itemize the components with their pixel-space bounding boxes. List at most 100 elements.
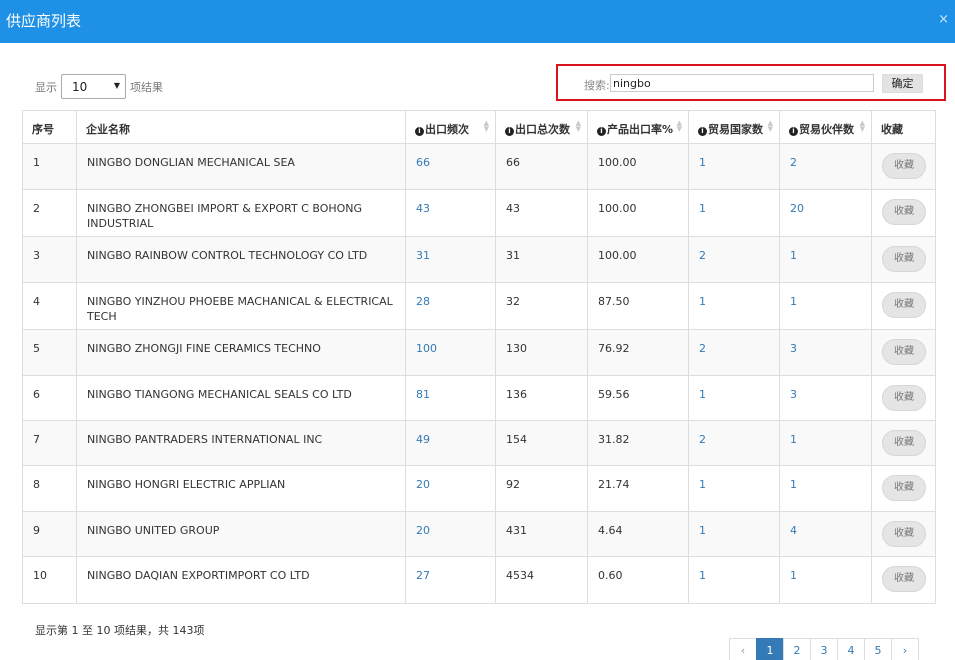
cell-countries-link[interactable]: 2 — [688, 236, 780, 283]
cell-export-total: 136 — [495, 375, 588, 421]
cell-company: NINGBO DONGLIAN MECHANICAL SEA — [76, 143, 406, 190]
table-header-row: 序号 企业名称 i 出口频次 ▲ ▼ i 出口总次数 ▲ ▼ i 产品出口率% ▲ ▼ i 贸易国家… — [22, 110, 936, 144]
search-input[interactable] — [610, 74, 874, 92]
pagination-page-5[interactable]: 5 — [864, 638, 892, 660]
header-partners[interactable]: i 贸易伙伴数 ▲ ▼ — [779, 110, 872, 144]
pagination-page-2[interactable]: 2 — [783, 638, 811, 660]
table-row: 2 NINGBO ZHONGBEI IMPORT & EXPORT C BOHO… — [22, 189, 936, 237]
cell-countries-link[interactable]: 1 — [688, 282, 780, 330]
cell-export-total: 43 — [495, 189, 588, 237]
cell-index: 2 — [22, 189, 77, 237]
cell-countries-link[interactable]: 1 — [688, 143, 780, 190]
cell-company: NINGBO TIANGONG MECHANICAL SEALS CO LTD — [76, 375, 406, 421]
cell-countries-link[interactable]: 1 — [688, 556, 780, 604]
cell-company: NINGBO UNITED GROUP — [76, 511, 406, 557]
cell-export-rate: 4.64 — [587, 511, 689, 557]
pagination-page-4[interactable]: 4 — [837, 638, 865, 660]
cell-countries-link[interactable]: 2 — [688, 420, 780, 466]
cell-favorite: 收藏 — [871, 282, 936, 330]
cell-countries-link[interactable]: 1 — [688, 375, 780, 421]
cell-countries-link[interactable]: 1 — [688, 511, 780, 557]
sort-icon: ▲ ▼ — [676, 119, 682, 133]
sort-icon: ▲ ▼ — [767, 119, 773, 133]
pagination-page-3[interactable]: 3 — [810, 638, 838, 660]
cell-partners-link[interactable]: 3 — [779, 375, 872, 421]
header-index[interactable]: 序号 — [22, 110, 77, 144]
pagination-next-button[interactable]: › — [891, 638, 919, 660]
cell-export-freq-link[interactable]: 43 — [405, 189, 496, 237]
page-length-select[interactable]: 10 ▼ — [61, 74, 126, 99]
cell-index: 3 — [22, 236, 77, 283]
table-info: 显示第 1 至 10 项结果，共 143项 — [35, 624, 205, 637]
favorite-button[interactable]: 收藏 — [882, 475, 926, 501]
cell-export-freq-link[interactable]: 20 — [405, 511, 496, 557]
cell-index: 4 — [22, 282, 77, 330]
cell-countries-link[interactable]: 1 — [688, 189, 780, 237]
search-confirm-button[interactable]: 确定 — [882, 74, 923, 93]
cell-export-freq-link[interactable]: 20 — [405, 465, 496, 512]
dialog-title: 供应商列表 — [6, 12, 82, 30]
cell-index: 10 — [22, 556, 77, 604]
cell-favorite: 收藏 — [871, 465, 936, 512]
pagination-prev-button[interactable]: ‹ — [729, 638, 757, 660]
cell-partners-link[interactable]: 1 — [779, 556, 872, 604]
cell-export-freq-link[interactable]: 81 — [405, 375, 496, 421]
cell-partners-link[interactable]: 1 — [779, 282, 872, 330]
pagination-page-1[interactable]: 1 — [756, 638, 784, 660]
cell-partners-link[interactable]: 3 — [779, 329, 872, 376]
sort-icon: ▲ ▼ — [859, 119, 865, 133]
info-circle-icon: i — [597, 127, 606, 136]
cell-countries-link[interactable]: 1 — [688, 465, 780, 512]
cell-export-freq-link[interactable]: 66 — [405, 143, 496, 190]
table-row: 3 NINGBO RAINBOW CONTROL TECHNOLOGY CO L… — [22, 236, 936, 283]
cell-partners-link[interactable]: 4 — [779, 511, 872, 557]
cell-partners-link[interactable]: 1 — [779, 465, 872, 512]
header-favorite: 收藏 — [871, 110, 936, 144]
favorite-button[interactable]: 收藏 — [882, 521, 926, 547]
header-export-rate[interactable]: i 产品出口率% ▲ ▼ — [587, 110, 689, 144]
sort-icon: ▲ ▼ — [575, 119, 581, 133]
cell-export-freq-link[interactable]: 27 — [405, 556, 496, 604]
cell-partners-link[interactable]: 1 — [779, 236, 872, 283]
supplier-table: 序号 企业名称 i 出口频次 ▲ ▼ i 出口总次数 ▲ ▼ i 产品出口率% ▲ ▼ i 贸易国家… — [22, 110, 936, 604]
cell-favorite: 收藏 — [871, 420, 936, 466]
cell-favorite: 收藏 — [871, 236, 936, 283]
favorite-button[interactable]: 收藏 — [882, 153, 926, 179]
favorite-button[interactable]: 收藏 — [882, 339, 926, 365]
favorite-button[interactable]: 收藏 — [882, 566, 926, 592]
pagination: ‹ 1 2 3 4 5 › — [729, 638, 919, 660]
info-circle-icon: i — [789, 127, 798, 136]
cell-countries-link[interactable]: 2 — [688, 329, 780, 376]
cell-company: NINGBO YINZHOU PHOEBE MACHANICAL & ELECT… — [76, 282, 406, 330]
cell-export-freq-link[interactable]: 100 — [405, 329, 496, 376]
favorite-button[interactable]: 收藏 — [882, 246, 926, 272]
header-export-freq[interactable]: i 出口频次 ▲ ▼ — [405, 110, 496, 144]
favorite-button[interactable]: 收藏 — [882, 385, 926, 411]
cell-export-total: 66 — [495, 143, 588, 190]
cell-export-freq-link[interactable]: 31 — [405, 236, 496, 283]
favorite-button[interactable]: 收藏 — [882, 199, 926, 225]
cell-company: NINGBO DAQIAN EXPORTIMPORT CO LTD — [76, 556, 406, 604]
favorite-button[interactable]: 收藏 — [882, 430, 926, 456]
close-icon[interactable]: × — [938, 12, 949, 27]
cell-export-freq-link[interactable]: 28 — [405, 282, 496, 330]
table-row: 5 NINGBO ZHONGJI FINE CERAMICS TECHNO 10… — [22, 329, 936, 376]
cell-export-total: 92 — [495, 465, 588, 512]
header-company[interactable]: 企业名称 — [76, 110, 406, 144]
cell-export-total: 154 — [495, 420, 588, 466]
cell-partners-link[interactable]: 20 — [779, 189, 872, 237]
cell-export-freq-link[interactable]: 49 — [405, 420, 496, 466]
favorite-button[interactable]: 收藏 — [882, 292, 926, 318]
header-countries[interactable]: i 贸易国家数 ▲ ▼ — [688, 110, 780, 144]
cell-export-rate: 21.74 — [587, 465, 689, 512]
header-countries-label: 贸易国家数 — [708, 123, 763, 136]
cell-partners-link[interactable]: 1 — [779, 420, 872, 466]
cell-export-total: 431 — [495, 511, 588, 557]
cell-export-total: 31 — [495, 236, 588, 283]
cell-partners-link[interactable]: 2 — [779, 143, 872, 190]
cell-export-rate: 31.82 — [587, 420, 689, 466]
cell-company: NINGBO RAINBOW CONTROL TECHNOLOGY CO LTD — [76, 236, 406, 283]
page-length-control: 显示 10 ▼ 项结果 — [35, 74, 163, 99]
info-circle-icon: i — [505, 127, 514, 136]
header-export-total[interactable]: i 出口总次数 ▲ ▼ — [495, 110, 588, 144]
